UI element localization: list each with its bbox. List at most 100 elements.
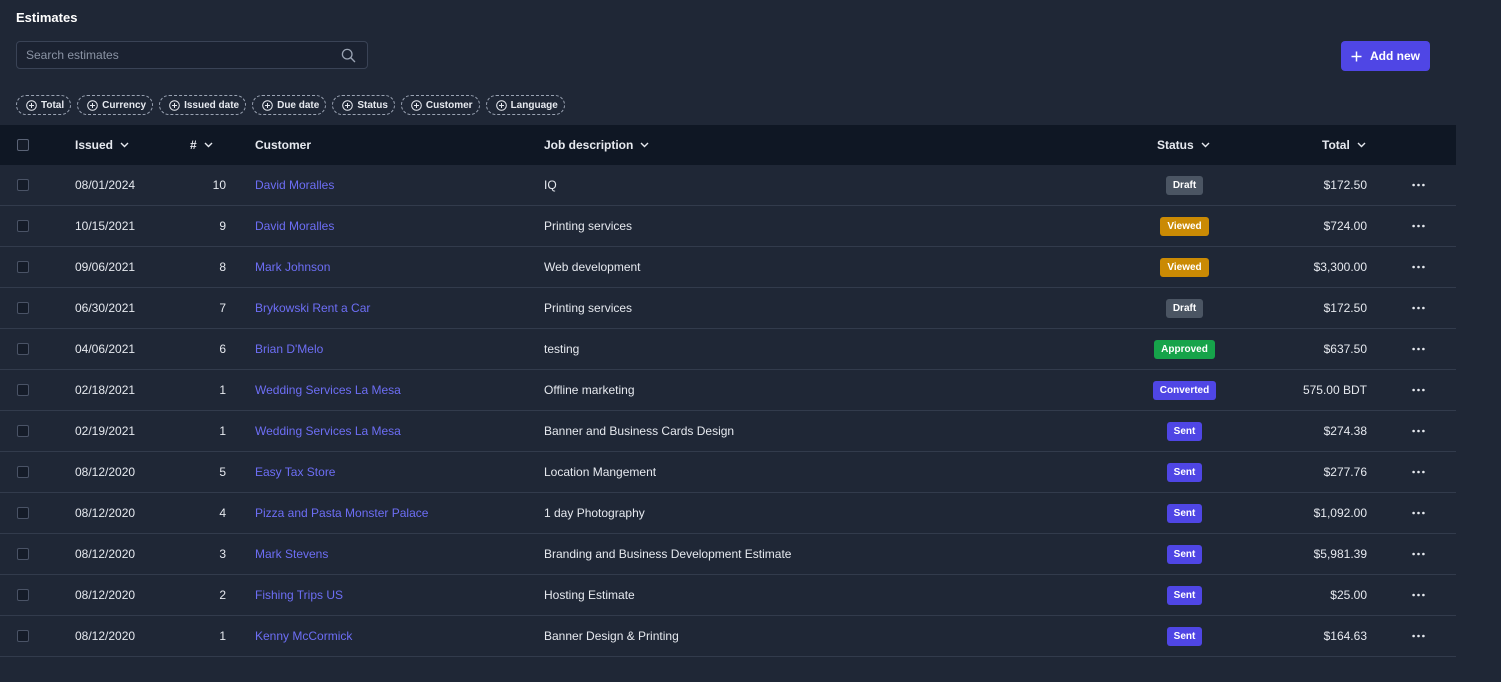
customer-cell: David Moralles [255,165,334,205]
row-check-cell [17,370,29,410]
customer-link[interactable]: David Moralles [255,178,334,192]
status-badge: Sent [1166,585,1203,605]
plus-circle-icon [495,99,507,111]
customer-cell: David Moralles [255,206,334,246]
row-checkbox[interactable] [17,466,29,478]
row-checkbox[interactable] [17,589,29,601]
table-row[interactable]: 08/01/2024 10 David Moralles IQ Draft $1… [0,165,1456,206]
row-check-cell [17,247,29,287]
customer-link[interactable]: Wedding Services La Mesa [255,424,401,438]
table-row[interactable]: 02/19/2021 1 Wedding Services La Mesa Ba… [0,411,1456,452]
chevron-down-icon [204,142,213,148]
customer-link[interactable]: Pizza and Pasta Monster Palace [255,506,428,520]
customer-link[interactable]: Kenny McCormick [255,629,352,643]
column-header-status[interactable]: Status [1157,125,1210,165]
column-header-number[interactable]: # [190,125,213,165]
issued-date: 08/12/2020 [75,547,136,561]
more-options-icon[interactable] [1411,388,1425,392]
filter-chip-customer[interactable]: Customer [400,95,480,115]
customer-link[interactable]: Mark Stevens [255,547,328,561]
table-row[interactable]: 10/15/2021 9 David Moralles Printing ser… [0,206,1456,247]
row-checkbox[interactable] [17,343,29,355]
more-options-icon[interactable] [1411,265,1425,269]
table-row[interactable]: 08/12/2020 5 Easy Tax Store Location Man… [0,452,1456,493]
filter-chip-status[interactable]: Status [332,95,395,115]
row-checkbox[interactable] [17,384,29,396]
more-options-icon[interactable] [1411,306,1425,310]
row-checkbox[interactable] [17,261,29,273]
row-checkbox[interactable] [17,220,29,232]
chevron-down-icon [1357,142,1366,148]
issued-date: 08/01/2024 [75,178,136,192]
customer-link[interactable]: Easy Tax Store [255,465,335,479]
status-cell: Sent [1140,493,1229,533]
filter-chip-label: Currency [102,99,147,111]
add-new-button[interactable]: Add new [1341,41,1430,71]
search-box[interactable] [16,41,368,69]
more-options-icon[interactable] [1411,634,1425,638]
filter-chip-due-date[interactable]: Due date [252,95,327,115]
column-header-total[interactable]: Total [1322,125,1366,165]
column-header-job[interactable]: Job description [544,125,649,165]
table-row[interactable]: 09/06/2021 8 Mark Johnson Web developmen… [0,247,1456,288]
row-checkbox[interactable] [17,507,29,519]
plus-circle-icon [169,99,180,111]
row-checkbox[interactable] [17,425,29,437]
estimate-number: 1 [219,424,226,438]
filter-chip-issued-date[interactable]: Issued date [159,95,247,115]
table-row[interactable]: 08/12/2020 3 Mark Stevens Branding and B… [0,534,1456,575]
more-cell [1408,411,1428,451]
table-row[interactable]: 02/18/2021 1 Wedding Services La Mesa Of… [0,370,1456,411]
customer-link[interactable]: Brykowski Rent a Car [255,301,370,315]
estimate-number: 3 [219,547,226,561]
customer-link[interactable]: Brian D'Melo [255,342,323,356]
row-checkbox[interactable] [17,302,29,314]
customer-link[interactable]: David Moralles [255,219,334,233]
table-body: 08/01/2024 10 David Moralles IQ Draft $1… [0,165,1456,657]
filter-chip-currency[interactable]: Currency [77,95,154,115]
estimate-number: 4 [219,506,226,520]
plus-circle-icon [26,99,37,111]
more-options-icon[interactable] [1411,347,1425,351]
column-label-job: Job description [544,138,634,152]
column-header-issued[interactable]: Issued [75,125,129,165]
row-check-cell [17,288,29,328]
table-row[interactable]: 08/12/2020 4 Pizza and Pasta Monster Pal… [0,493,1456,534]
row-checkbox[interactable] [17,179,29,191]
column-header-customer: Customer [255,125,311,165]
row-check-cell [17,206,29,246]
table-row[interactable]: 08/12/2020 1 Kenny McCormick Banner Desi… [0,616,1456,657]
more-options-icon[interactable] [1411,552,1425,556]
row-checkbox[interactable] [17,548,29,560]
estimate-number: 7 [219,301,226,315]
select-all-checkbox[interactable] [17,139,29,151]
customer-cell: Fishing Trips US [255,575,343,615]
more-options-icon[interactable] [1411,429,1425,433]
more-options-icon[interactable] [1411,470,1425,474]
row-checkbox[interactable] [17,630,29,642]
table-row[interactable]: 04/06/2021 6 Brian D'Melo testing Approv… [0,329,1456,370]
filter-chip-language[interactable]: Language [485,95,565,115]
total-amount: $5,981.39 [1313,547,1367,561]
search-input[interactable] [17,42,336,68]
customer-link[interactable]: Fishing Trips US [255,588,343,602]
more-options-icon[interactable] [1411,183,1425,187]
filter-chip-label: Status [357,99,388,111]
status-badge: Draft [1165,298,1204,318]
add-new-label: Add new [1370,49,1420,63]
customer-link[interactable]: Wedding Services La Mesa [255,383,401,397]
issued-date: 02/18/2021 [75,383,136,397]
total-amount: $724.00 [1323,219,1367,233]
customer-link[interactable]: Mark Johnson [255,260,330,274]
table-row[interactable]: 06/30/2021 7 Brykowski Rent a Car Printi… [0,288,1456,329]
more-options-icon[interactable] [1411,593,1425,597]
filter-chip-total[interactable]: Total [16,95,72,115]
job-description: Printing services [544,219,633,233]
status-badge: Converted [1152,380,1217,400]
more-options-icon[interactable] [1411,224,1425,228]
customer-cell: Wedding Services La Mesa [255,411,401,451]
table-row[interactable]: 08/12/2020 2 Fishing Trips US Hosting Es… [0,575,1456,616]
search-icon[interactable] [341,48,356,63]
plus-circle-icon [87,99,98,111]
more-options-icon[interactable] [1411,511,1425,515]
